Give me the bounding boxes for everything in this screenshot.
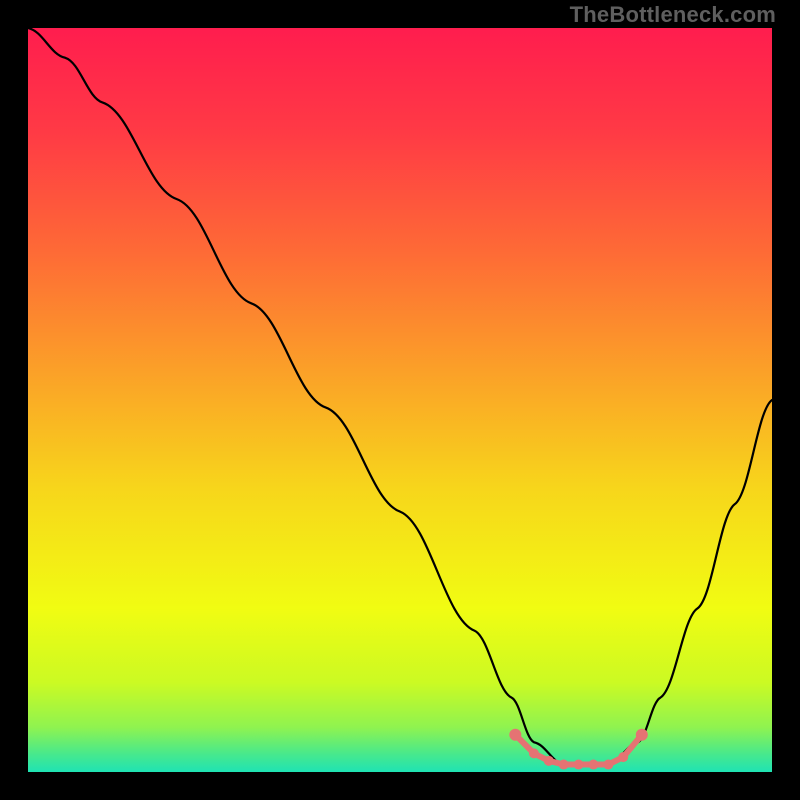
sweet-spot-marker [574,760,584,770]
chart-plot-area [28,28,772,772]
attribution-text: TheBottleneck.com [570,2,776,28]
chart-background-gradient [28,28,772,772]
sweet-spot-marker [509,729,521,741]
sweet-spot-marker [603,760,613,770]
sweet-spot-marker [636,729,648,741]
sweet-spot-marker [559,760,569,770]
chart-svg [28,28,772,772]
sweet-spot-marker [618,752,628,762]
sweet-spot-marker [588,760,598,770]
sweet-spot-marker [529,748,539,758]
sweet-spot-marker [544,756,554,766]
